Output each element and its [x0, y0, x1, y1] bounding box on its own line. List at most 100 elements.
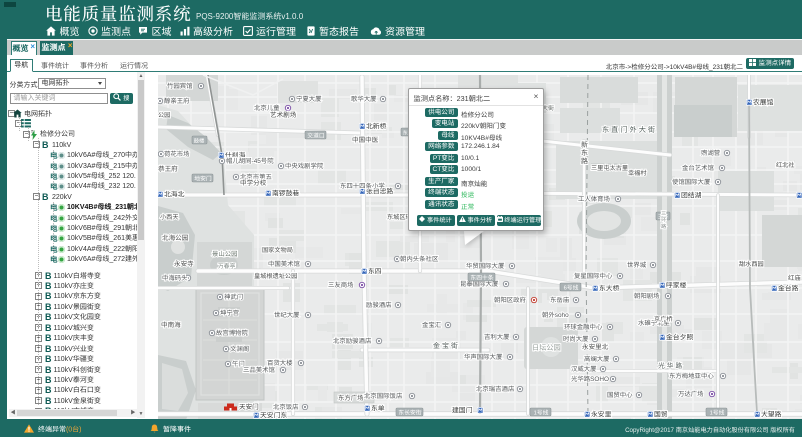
svg-text:北京饭店: 北京饭店 — [273, 403, 299, 411]
svg-text:时尚大厦: 时尚大厦 — [563, 335, 589, 343]
svg-text:世纪大厦: 世纪大厦 — [274, 311, 300, 319]
svg-text:皇城根遗址公园: 皇城根遗址公园 — [254, 272, 297, 280]
svg-text:交道口: 交道口 — [307, 132, 325, 139]
svg-text:高斓大厦: 高斓大厦 — [584, 355, 610, 363]
svg-text:光华路SOHO: 光华路SOHO — [571, 375, 609, 383]
svg-text:东方梅地亚中心: 东方梅地亚中心 — [669, 372, 714, 380]
svg-text:天安门: 天安门 — [239, 403, 259, 411]
svg-text:环球金融中心: 环球金融中心 — [564, 323, 603, 331]
svg-text:1号线: 1号线 — [710, 409, 725, 416]
svg-text:复星国际中心: 复星国际中心 — [574, 272, 613, 280]
svg-text:东单: 东单 — [371, 404, 385, 412]
svg-text:万春亭: 万春亭 — [218, 263, 236, 270]
svg-text:吉利大厦: 吉利大厦 — [484, 333, 510, 341]
svg-text:路: 路 — [661, 223, 667, 230]
svg-text:中南海: 中南海 — [161, 321, 181, 329]
svg-text:永安里: 永安里 — [591, 410, 612, 418]
svg-text:朝阳区政府: 朝阳区政府 — [494, 296, 527, 304]
svg-text:三: 三 — [661, 211, 666, 217]
svg-text:帽儿胡同-45号院: 帽儿胡同-45号院 — [226, 157, 274, 165]
svg-text:北海北: 北海北 — [164, 190, 185, 198]
svg-text:东四: 东四 — [368, 267, 382, 275]
svg-text:煦湖营: 煦湖营 — [701, 149, 721, 157]
svg-text:华声国际大厦: 华声国际大厦 — [464, 353, 503, 361]
svg-text:国家文物局: 国家文物局 — [262, 246, 293, 254]
svg-text:金 宝 街: 金 宝 街 — [433, 342, 458, 350]
svg-text:大望路: 大望路 — [761, 410, 782, 418]
svg-text:昆泰国际大厦: 昆泰国际大厦 — [460, 280, 499, 288]
svg-text:日坛公园: 日坛公园 — [532, 343, 561, 352]
svg-text:三里屯太古里: 三里屯太古里 — [591, 164, 628, 172]
svg-text:朝外soho: 朝外soho — [542, 311, 569, 319]
svg-text:三友商场: 三友商场 — [328, 281, 354, 289]
svg-text:东四十四条小学: 东四十四条小学 — [340, 182, 385, 190]
svg-text:金台艺术馆: 金台艺术馆 — [682, 164, 714, 172]
svg-text:6号线: 6号线 — [564, 284, 579, 291]
svg-text:中国美术馆: 中国美术馆 — [268, 260, 300, 268]
svg-text:北海公园: 北海公园 — [162, 234, 189, 242]
svg-text:工人体育场: 工人体育场 — [578, 195, 610, 203]
svg-text:京广桥: 京广桥 — [654, 315, 673, 323]
svg-text:甜水西园: 甜水西园 — [739, 260, 764, 268]
svg-text:路: 路 — [581, 157, 588, 165]
svg-text:使馆国际大厦: 使馆国际大厦 — [672, 178, 711, 186]
svg-text:荷花市场: 荷花市场 — [164, 150, 190, 158]
svg-text:北京国际饭店: 北京国际饭店 — [364, 392, 403, 400]
svg-text:永安寺: 永安寺 — [174, 260, 194, 268]
svg-text:中国中医: 中国中医 — [352, 136, 379, 144]
svg-text:金台路: 金台路 — [778, 284, 799, 292]
svg-text:东 直 门 外 大 街: 东 直 门 外 大 街 — [602, 125, 655, 134]
svg-text:中学分校: 中学分校 — [240, 179, 267, 187]
svg-text:北新桥: 北新桥 — [366, 122, 387, 130]
svg-text:公园: 公园 — [158, 111, 170, 119]
svg-text:天安门东: 天安门东 — [260, 411, 287, 419]
svg-text:北京瑞吉酒店: 北京瑞吉酒店 — [476, 385, 515, 393]
svg-text:东岳庙: 东岳庙 — [550, 296, 570, 304]
svg-text:幸福村: 幸福村 — [628, 169, 647, 177]
svg-text:歌华大厦: 歌华大厦 — [351, 95, 377, 103]
svg-text:环: 环 — [661, 216, 666, 223]
svg-text:团结湖: 团结湖 — [681, 191, 702, 199]
svg-text:宁夏大厦: 宁夏大厦 — [296, 95, 322, 103]
svg-text:北京励骏酒店: 北京励骏酒店 — [333, 337, 372, 345]
svg-text:万达广场: 万达广场 — [678, 390, 704, 398]
svg-text:南锣鼓巷: 南锣鼓巷 — [272, 189, 299, 197]
svg-text:朝内头条社区: 朝内头条社区 — [400, 255, 439, 263]
svg-text:恭王府: 恭王府 — [158, 165, 178, 173]
svg-text:小西天: 小西天 — [160, 213, 179, 221]
svg-text:故宫博物院: 故宫博物院 — [216, 329, 249, 337]
svg-text:景山公园: 景山公园 — [212, 250, 238, 258]
svg-text:金台夕照: 金台夕照 — [666, 333, 693, 341]
svg-text:国贸: 国贸 — [654, 410, 668, 418]
svg-text:东方广场: 东方广场 — [338, 394, 364, 402]
svg-text:东四十条: 东四十条 — [470, 274, 493, 281]
svg-text:国贸中心: 国贸中心 — [607, 391, 633, 399]
svg-text:金宝汇: 金宝汇 — [422, 321, 442, 329]
svg-text:红庙: 红庙 — [788, 274, 801, 282]
svg-text:神武门: 神武门 — [224, 293, 243, 301]
svg-text:光 华 路: 光 华 路 — [658, 362, 682, 370]
svg-text:1号线: 1号线 — [534, 409, 549, 416]
svg-text:中央戏剧学院: 中央戏剧学院 — [285, 162, 324, 170]
svg-text:东长安街: 东长安街 — [398, 409, 421, 416]
svg-text:文渊阁: 文渊阁 — [230, 345, 249, 353]
svg-text:百货大楼: 百货大楼 — [267, 359, 293, 367]
svg-text:艺术剧场: 艺术剧场 — [270, 111, 297, 119]
svg-text:建国门: 建国门 — [452, 406, 473, 414]
svg-text:地安门: 地安门 — [194, 175, 212, 182]
svg-text:中海码头: 中海码头 — [162, 274, 188, 282]
svg-text:励骏酒店: 励骏酒店 — [366, 301, 392, 309]
svg-text:鼓楼: 鼓楼 — [194, 137, 205, 144]
svg-text:朝阳剧场: 朝阳剧场 — [634, 292, 660, 300]
svg-text:红北社: 红北社 — [776, 161, 795, 169]
svg-text:坤宁宫: 坤宁宫 — [220, 309, 239, 317]
svg-text:呼家楼: 呼家楼 — [666, 281, 687, 289]
svg-text:华贸国际大厦: 华贸国际大厦 — [466, 262, 505, 270]
svg-text:北京儿童: 北京儿童 — [254, 104, 280, 112]
svg-text:三品美术馆: 三品美术馆 — [243, 366, 275, 374]
svg-text:永安里北: 永安里北 — [582, 343, 609, 351]
svg-text:东大桥: 东大桥 — [599, 284, 620, 292]
svg-text:汉威大厦: 汉威大厦 — [571, 365, 597, 373]
svg-text:农展馆: 农展馆 — [753, 98, 774, 106]
svg-text:新: 新 — [581, 141, 588, 149]
